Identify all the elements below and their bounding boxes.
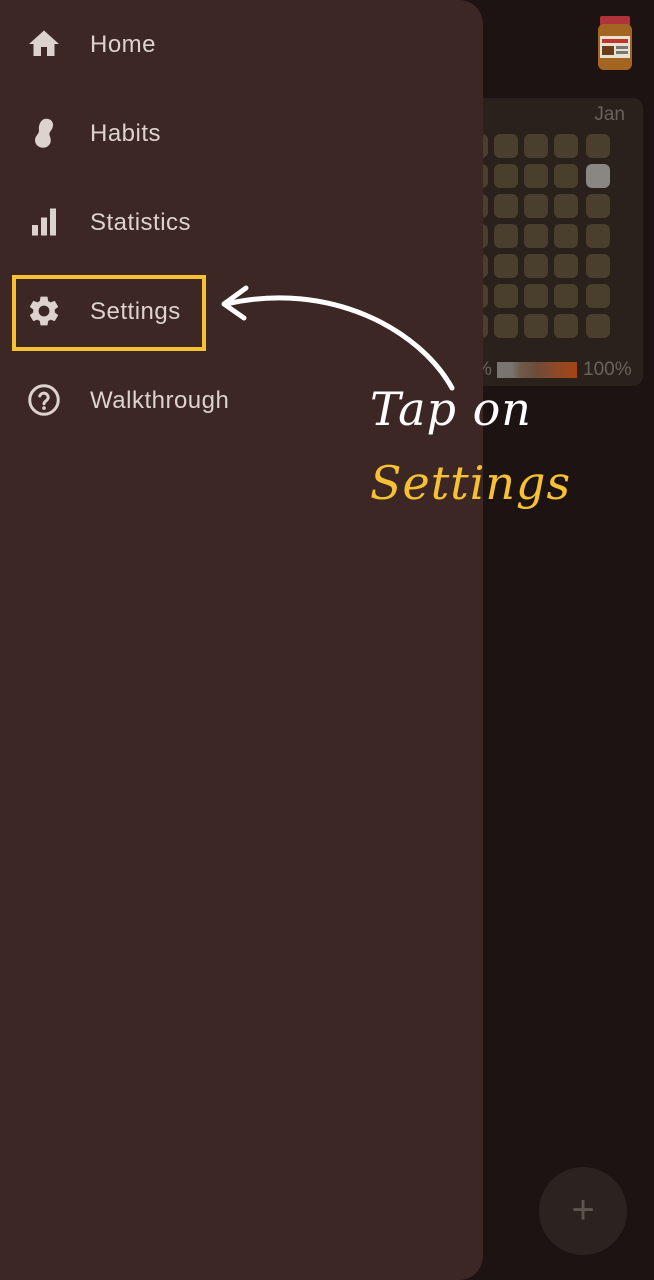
heatmap-cell	[494, 254, 518, 278]
heatmap-cell	[586, 134, 610, 158]
heatmap-cell	[554, 134, 578, 158]
nav-item-label: Home	[90, 31, 157, 58]
heatmap-cell	[554, 164, 578, 188]
settings-highlight-box	[12, 275, 206, 351]
nav-item-label: Habits	[90, 120, 162, 147]
screen: Jan % 100% + Home Habits Statistics Sett…	[0, 0, 654, 1280]
peanut-butter-jar-avatar[interactable]	[594, 14, 636, 74]
heatmap-cell	[524, 164, 548, 188]
heatmap-cell	[586, 224, 610, 248]
heatmap-cell	[494, 164, 518, 188]
heatmap-cell	[524, 254, 548, 278]
heatmap-cell	[554, 194, 578, 218]
habits-icon	[26, 115, 62, 151]
heatmap-cell	[494, 284, 518, 308]
heatmap-cell	[494, 194, 518, 218]
nav-item-label: Statistics	[90, 209, 192, 236]
nav-item-statistics[interactable]: Statistics	[0, 178, 483, 267]
heatmap-cell	[586, 194, 610, 218]
heatmap-cell	[554, 254, 578, 278]
navigation-drawer: Home Habits Statistics Settings Walkthro	[0, 0, 483, 1280]
nav-item-habits[interactable]: Habits	[0, 89, 483, 178]
legend-gradient-bar	[497, 362, 577, 378]
heatmap-cell	[586, 314, 610, 338]
heatmap-cell	[524, 194, 548, 218]
nav-item-walkthrough[interactable]: Walkthrough	[0, 356, 483, 445]
heatmap-cell	[554, 224, 578, 248]
add-habit-button[interactable]: +	[539, 1167, 627, 1255]
heatmap-cell	[524, 284, 548, 308]
month-label: Jan	[594, 104, 625, 125]
heatmap-cell	[494, 134, 518, 158]
heatmap-cell	[554, 314, 578, 338]
nav-item-label: Walkthrough	[90, 387, 230, 414]
heatmap-cell	[494, 224, 518, 248]
help-circle-icon	[26, 382, 62, 418]
heatmap-cell	[524, 314, 548, 338]
heatmap-cell	[524, 134, 548, 158]
heatmap-cell	[554, 284, 578, 308]
bar-chart-icon	[26, 204, 62, 240]
heatmap-cell	[524, 224, 548, 248]
heatmap-cell	[586, 284, 610, 308]
home-icon	[26, 26, 62, 62]
heatmap-cell	[494, 314, 518, 338]
nav-item-home[interactable]: Home	[0, 0, 483, 89]
heatmap-cell	[586, 164, 610, 188]
legend-max-label: 100%	[583, 359, 632, 380]
heatmap-cell	[586, 254, 610, 278]
